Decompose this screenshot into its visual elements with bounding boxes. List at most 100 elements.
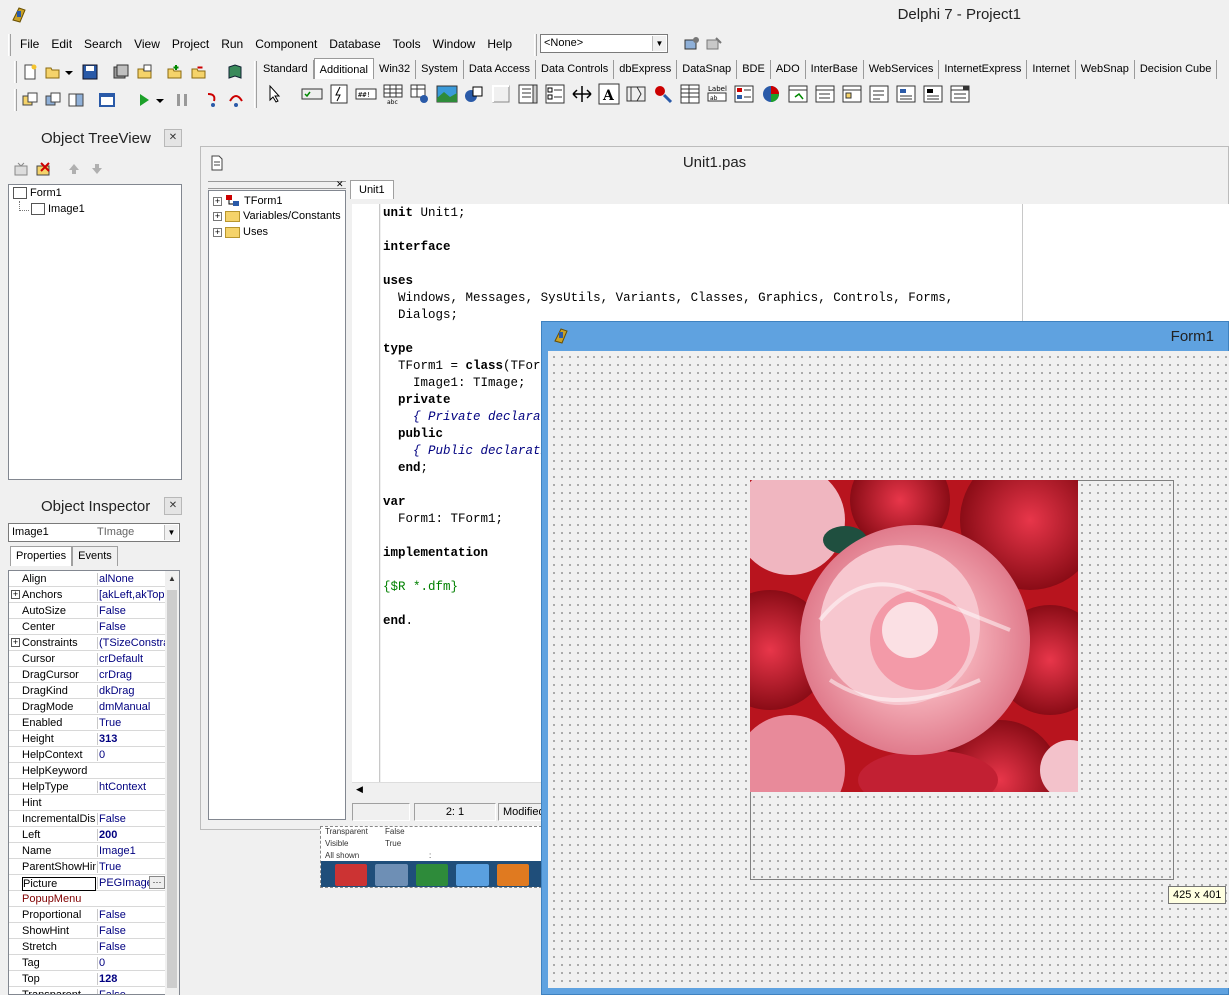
menu-view[interactable]: View [128,34,166,56]
bevel-component[interactable] [488,82,513,106]
property-row-top[interactable]: Top 128 [9,971,166,987]
property-value[interactable]: False [97,989,166,994]
bitbtn-component[interactable] [299,82,324,106]
expand-icon[interactable]: + [11,590,20,599]
twilightcolormap-component[interactable] [947,82,972,106]
step-over-button[interactable] [226,90,246,110]
stringgrid-component[interactable]: abc [380,82,405,106]
property-value[interactable]: alNone [97,573,166,585]
property-value[interactable]: False [97,605,166,617]
code-line[interactable]: implementation [383,546,488,560]
palette-tab-system[interactable]: System [416,60,464,79]
save-all-button[interactable] [111,62,131,82]
code-line[interactable]: unit Unit1; [383,206,466,220]
palette-tab-datasnap[interactable]: DataSnap [677,60,738,79]
code-line[interactable]: Image1: TImage; [383,376,526,390]
app-taskbar-icon[interactable] [375,864,408,886]
explorer-node-tform1[interactable]: + TForm1 [213,194,283,208]
code-line[interactable]: end. [383,614,413,628]
set-debug-desktop-button[interactable] [704,34,724,54]
delete-item-button[interactable] [34,159,54,179]
statictext-component[interactable]: A [596,82,621,106]
tab-properties[interactable]: Properties [10,546,73,566]
property-row-parentshowhint[interactable]: ParentShowHint True [9,859,166,875]
property-row-name[interactable]: Name Image1 [9,843,166,859]
trace-into-button[interactable] [203,90,223,110]
save-desktop-button[interactable] [682,34,702,54]
property-row-cursor[interactable]: Cursor crDefault [9,651,166,667]
property-row-center[interactable]: Center False [9,619,166,635]
actiontoolbar-component[interactable] [839,82,864,106]
move-up-button[interactable] [64,159,84,179]
actionmainmenubar-component[interactable] [812,82,837,106]
property-row-autosize[interactable]: AutoSize False [9,603,166,619]
menu-run[interactable]: Run [215,34,249,56]
property-value[interactable]: 200 [97,829,166,841]
menu-database[interactable]: Database [323,34,386,56]
palette-tab-internetexpress[interactable]: InternetExpress [939,60,1028,79]
property-row-incrementaldisp[interactable]: IncrementalDisp False [9,811,166,827]
property-row-helpkeyword[interactable]: HelpKeyword [9,763,166,779]
valuelisteditor-component[interactable] [677,82,702,106]
checklistbox-component[interactable] [542,82,567,106]
speedbutton-component[interactable] [326,82,351,106]
menu-help[interactable]: Help [481,34,518,56]
palette-tab-standard[interactable]: Standard [258,60,314,79]
property-row-height[interactable]: Height 313 [9,731,166,747]
property-value[interactable]: False [97,941,166,953]
tree-node-form1[interactable]: Form1 [13,187,62,199]
maskedit-component[interactable]: ##! [353,82,378,106]
code-line[interactable]: interface [383,240,451,254]
property-row-hint[interactable]: Hint [9,795,166,811]
property-value[interactable]: False [97,621,166,633]
tree-node-image1[interactable]: Image1 [31,203,85,215]
menu-search[interactable]: Search [78,34,128,56]
chevron-down-icon[interactable]: ▼ [652,36,666,51]
code-line[interactable]: uses [383,274,413,288]
property-row-proportional[interactable]: Proportional False [9,907,166,923]
close-explorer-icon[interactable]: ✕ [336,179,344,190]
tab-events[interactable]: Events [72,546,118,566]
menubar-grip[interactable] [8,34,11,56]
expand-icon[interactable]: + [213,211,222,221]
scroll-up-icon[interactable]: ▲ [168,574,176,583]
firefox-taskbar-icon[interactable] [496,864,530,886]
menu-window[interactable]: Window [427,34,482,56]
property-row-left[interactable]: Left 200 [9,827,166,843]
expand-icon[interactable]: + [213,227,222,237]
explorer-grip[interactable] [208,181,346,189]
pause-button[interactable] [172,90,192,110]
image1-carnation-picture[interactable] [750,480,1078,792]
property-row-align[interactable]: Align alNone [9,571,166,587]
close-inspector-button[interactable]: ✕ [164,497,182,515]
pointer-tool[interactable] [262,82,287,106]
explorer-node-uses[interactable]: + Uses [213,226,268,238]
chevron-down-icon[interactable]: ▼ [164,525,178,540]
icq-taskbar-icon[interactable] [415,864,449,886]
property-value[interactable]: 313 [97,733,166,745]
palette-tab-bde[interactable]: BDE [737,60,771,79]
add-file-button[interactable] [165,62,185,82]
property-value[interactable]: dkDrag [97,685,166,697]
standardcolormap-component[interactable] [920,82,945,106]
view-toolbar-grip[interactable] [14,89,17,111]
explorer-node-variables[interactable]: + Variables/Constants [213,210,341,222]
expand-icon[interactable]: + [213,196,222,206]
remove-file-button[interactable] [189,62,209,82]
property-row-helpcontext[interactable]: HelpContext 0 [9,747,166,763]
property-value[interactable]: False [97,909,166,921]
palette-tab-websnap[interactable]: WebSnap [1076,60,1135,79]
palette-tab-internet[interactable]: Internet [1027,60,1076,79]
code-line[interactable]: Form1: TForm1; [383,512,503,526]
object-treeview[interactable]: Form1 Image1 [8,184,182,480]
applicationevents-component[interactable] [650,82,675,106]
inspector-scroll-thumb[interactable] [167,590,177,988]
palette-tab-data-access[interactable]: Data Access [464,60,536,79]
customizedlg-component[interactable] [866,82,891,106]
inspector-object-selector[interactable]: Image1 TImage ▼ [8,523,180,542]
property-value[interactable]: True [97,861,166,873]
desktop-config-combo[interactable]: <None> ▼ [540,34,668,53]
colorbox-component[interactable] [731,82,756,106]
editor-gutter[interactable] [352,204,380,782]
property-row-showhint[interactable]: ShowHint False [9,923,166,939]
